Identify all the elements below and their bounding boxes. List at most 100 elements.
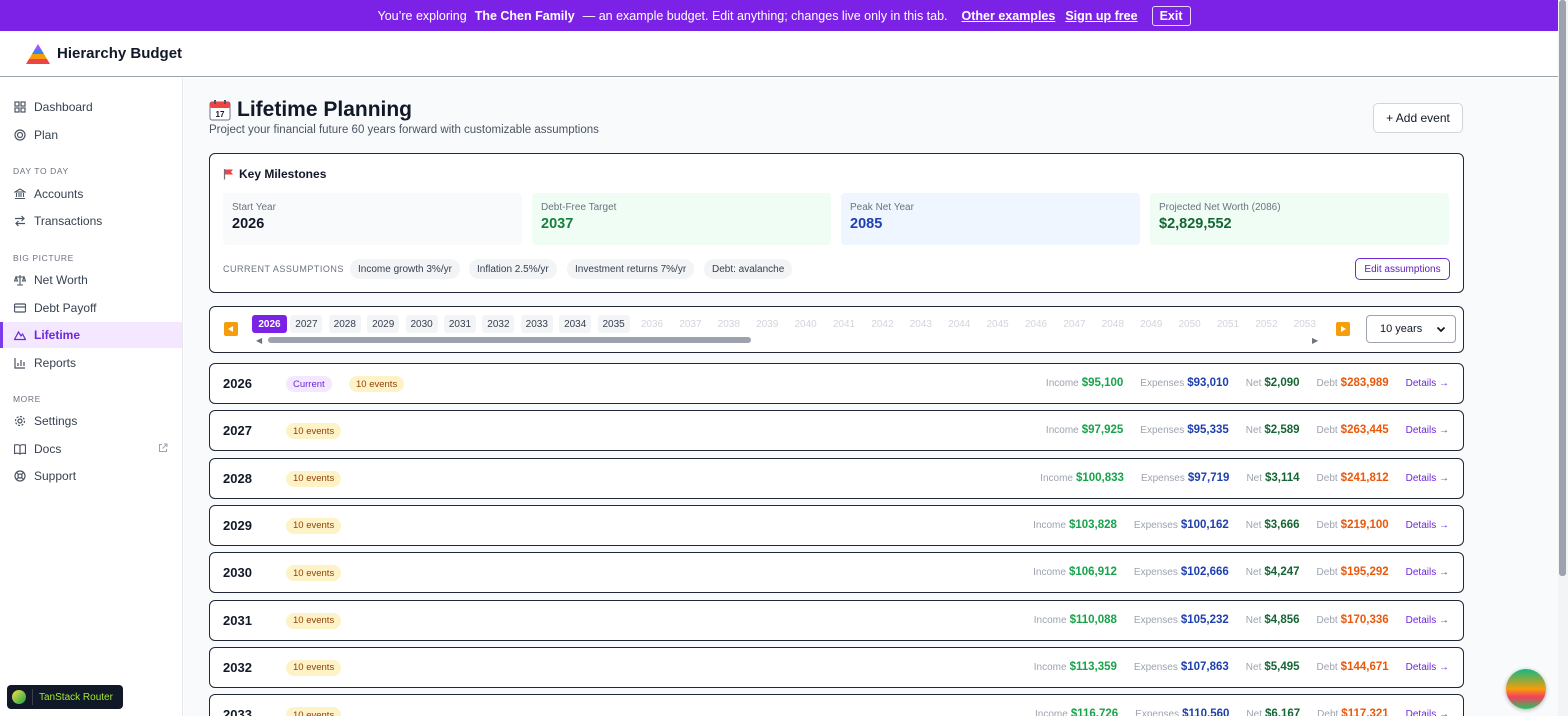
year-chip[interactable]: 2042 (866, 315, 898, 333)
income-label: Income (1040, 472, 1073, 484)
year-chip[interactable]: 2049 (1135, 315, 1167, 333)
exit-button[interactable]: Exit (1151, 5, 1191, 26)
debt-value: $263,445 (1340, 424, 1389, 437)
year-row[interactable]: 2033 10 events Income $116,726 Expenses $110,… (209, 694, 1464, 716)
year-chip[interactable]: 2032 (482, 315, 515, 333)
year-chip[interactable]: 2026 (252, 315, 287, 333)
year-chip[interactable]: 2053 (1289, 315, 1321, 333)
events-badge[interactable]: 10 events (286, 659, 342, 676)
sign-up-link[interactable]: Sign up free (1065, 9, 1137, 23)
bar-chart-icon (13, 357, 26, 370)
details-link[interactable]: Details → (1406, 615, 1449, 626)
year-chip[interactable]: 2045 (982, 315, 1014, 333)
debt-value: $283,989 (1340, 377, 1389, 389)
sidebar-item-net-worth[interactable]: Net Worth (0, 267, 182, 293)
year-chip[interactable]: 2030 (405, 315, 438, 333)
year-chip[interactable]: 2037 (674, 315, 706, 333)
year-chip[interactable]: 2027 (290, 315, 323, 333)
year-chip[interactable]: 2038 (713, 315, 745, 333)
target-icon (13, 129, 26, 142)
sidebar-item-debt-payoff[interactable]: Debt Payoff (0, 295, 182, 321)
year-chip[interactable]: 2047 (1058, 315, 1090, 333)
year-chip[interactable]: 2028 (328, 315, 361, 333)
assistant-orb-button[interactable] (1506, 669, 1546, 709)
year-row[interactable]: 2030 10 events Income $106,912 Expenses $102,… (209, 552, 1464, 594)
year-chip[interactable]: 2035 (597, 315, 630, 333)
milestone-value: 2026 (232, 216, 265, 232)
year-chip[interactable]: 2034 (559, 315, 592, 333)
sidebar-item-reports[interactable]: Reports (0, 350, 182, 376)
year-row[interactable]: 2028 10 events Income $100,833 Expenses $97,7… (209, 457, 1464, 499)
sidebar-item-lifetime[interactable]: Lifetime (0, 322, 182, 348)
year-chip[interactable]: 2039 (751, 315, 783, 333)
year-row[interactable]: 2029 10 events Income $103,828 Expenses $100,… (209, 504, 1464, 546)
year-chip[interactable]: 2050 (1174, 315, 1206, 333)
debt-value: $144,671 (1340, 660, 1389, 673)
scroll-left-icon[interactable]: ◀ (256, 336, 262, 345)
year-chip[interactable]: 2048 (1097, 315, 1129, 333)
year-chip[interactable]: 2033 (520, 315, 553, 333)
events-badge[interactable]: 10 events (286, 423, 342, 440)
events-badge[interactable]: 10 events (286, 707, 342, 716)
year-chip[interactable]: 2051 (1212, 315, 1244, 333)
details-link[interactable]: Details → (1406, 709, 1449, 716)
external-link-icon (159, 443, 168, 452)
page-scrollbar[interactable] (1558, 0, 1568, 716)
sidebar-item-transactions[interactable]: Transactions (0, 208, 182, 234)
sidebar-item-settings[interactable]: Settings (0, 408, 182, 434)
sidebar-item-accounts[interactable]: Accounts (0, 181, 182, 207)
app-title[interactable]: Hierarchy Budget (57, 45, 182, 62)
bank-icon (13, 188, 26, 201)
details-link[interactable]: Details → (1406, 378, 1449, 389)
sidebar-item-docs[interactable]: Docs (0, 436, 182, 462)
year-chip[interactable]: 2029 (367, 315, 400, 333)
events-badge[interactable]: 10 events (286, 517, 342, 534)
sidebar-item-support[interactable]: Support (0, 463, 182, 489)
year-chip[interactable]: 2031 (444, 315, 476, 333)
year-chip[interactable]: 2046 (1020, 315, 1052, 333)
income-label: Income (1033, 614, 1067, 626)
net-label: Net (1245, 519, 1262, 531)
expenses-label: Expenses (1140, 378, 1185, 389)
timeline-next-button[interactable] (1336, 322, 1350, 336)
year-label: 2032 (223, 659, 252, 675)
year-chip[interactable]: 2052 (1250, 315, 1282, 333)
events-badge[interactable]: 10 events (349, 376, 405, 392)
details-link[interactable]: Details → (1406, 425, 1449, 436)
year-chip[interactable]: 2036 (636, 315, 668, 333)
other-examples-link[interactable]: Other examples (962, 9, 1056, 23)
year-row[interactable]: 2031 10 events Income $110,088 Expenses $105,… (209, 599, 1464, 641)
net-value: $3,666 (1264, 518, 1300, 531)
edit-assumptions-button[interactable]: Edit assumptions (1355, 258, 1450, 280)
details-link[interactable]: Details → (1406, 662, 1449, 673)
year-row[interactable]: 2027 10 events Income $97,925 Expenses $95,33… (209, 410, 1464, 452)
year-stats: Income $113,359 Expenses $107,863 Net $5,495 D… (1034, 661, 1449, 673)
events-badge[interactable]: 10 events (286, 612, 342, 629)
year-chip[interactable]: 2041 (828, 315, 860, 333)
scroll-right-icon[interactable]: ▶ (1312, 336, 1318, 345)
pyramid-logo-icon (26, 43, 50, 64)
timeline-prev-button[interactable] (224, 322, 238, 336)
details-link[interactable]: Details → (1406, 567, 1449, 578)
year-chip[interactable]: 2044 (943, 315, 975, 333)
events-badge[interactable]: 10 events (286, 470, 342, 487)
main-content: 17 Lifetime Planning Project your financ… (184, 78, 1558, 716)
sidebar-item-plan[interactable]: Plan (0, 122, 182, 148)
net-label: Net (1245, 567, 1262, 579)
income-value: $95,100 (1081, 377, 1124, 389)
divider (32, 689, 33, 705)
net-label: Net (1246, 709, 1262, 716)
tanstack-devtools-button[interactable]: TanStack Router (7, 685, 123, 709)
page-scrollbar-thumb[interactable] (1559, 0, 1566, 576)
range-select[interactable]: 10 years (1366, 315, 1456, 343)
details-link[interactable]: Details → (1406, 473, 1449, 484)
details-link[interactable]: Details → (1406, 520, 1449, 531)
year-row[interactable]: 2026 Current 10 events Income $95,100 Expense… (209, 363, 1464, 404)
year-chip[interactable]: 2043 (905, 315, 937, 333)
events-badge[interactable]: 10 events (286, 565, 342, 582)
year-chip[interactable]: 2040 (790, 315, 822, 333)
year-row[interactable]: 2032 10 events Income $113,359 Expenses $107,… (209, 646, 1464, 688)
timeline-scrollbar[interactable] (268, 337, 751, 343)
sidebar-item-dashboard[interactable]: Dashboard (0, 94, 182, 120)
add-event-button[interactable]: + Add event (1373, 103, 1463, 133)
